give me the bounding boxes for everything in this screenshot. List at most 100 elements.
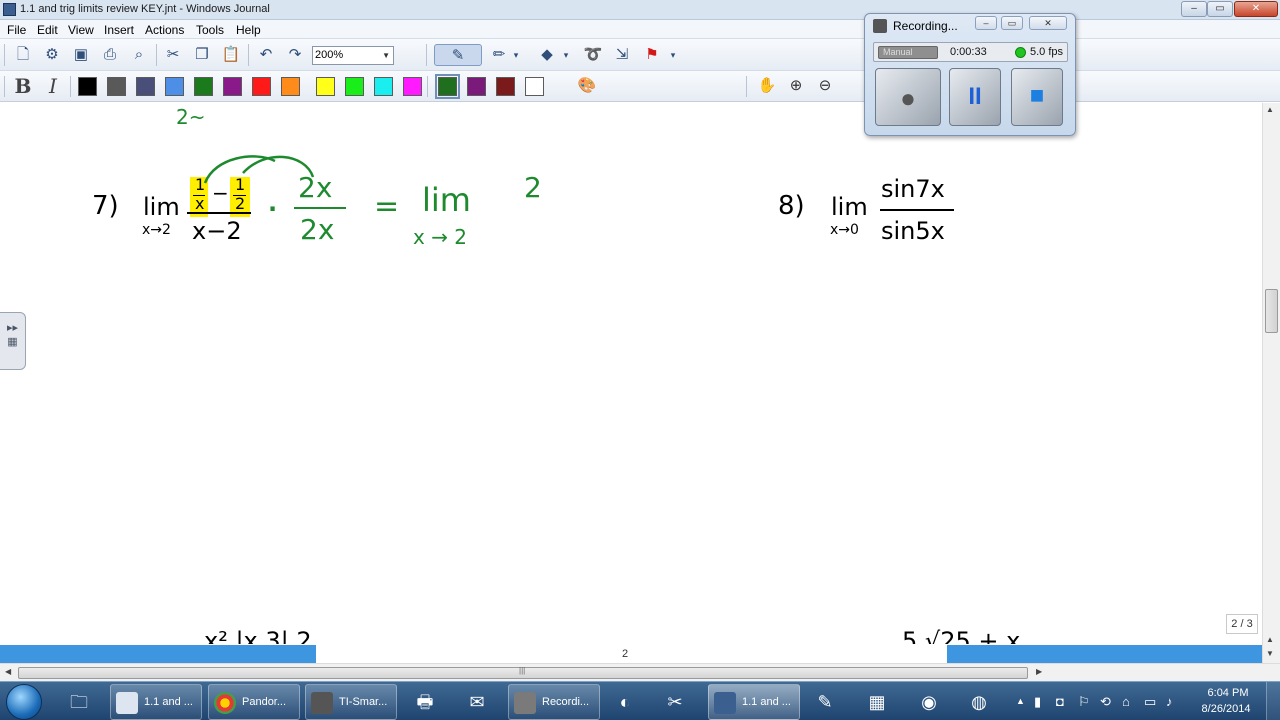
pen-color-red[interactable] <box>252 77 271 96</box>
menu-view[interactable]: View <box>68 23 94 37</box>
redo-icon[interactable]: ↷ <box>284 44 306 66</box>
cut-icon[interactable]: ✂ <box>162 44 184 66</box>
menu-file[interactable]: File <box>7 23 26 37</box>
pan-hand-icon[interactable]: ✋ <box>756 75 778 97</box>
window-title: 1.1 and trig limits review KEY.jnt - Win… <box>20 3 270 15</box>
pen-color-dark-purple[interactable] <box>467 77 486 96</box>
menu-insert[interactable]: Insert <box>104 23 134 37</box>
undo-icon[interactable]: ↶ <box>255 44 277 66</box>
taskbar-button-journal-2[interactable]: 1.1 and ... <box>708 684 800 720</box>
show-desktop-button[interactable] <box>1266 682 1280 720</box>
color-palette-icon[interactable]: 🎨 <box>576 75 598 97</box>
network-printer-icon[interactable]: 🖶 <box>408 686 442 718</box>
close-button[interactable]: ✕ <box>1234 1 1278 17</box>
pen-color-blue[interactable] <box>165 77 184 96</box>
recorder-close-button[interactable]: ✕ <box>1029 16 1067 30</box>
vertical-scrollbar[interactable]: ▲ ▲ ▼ <box>1262 103 1280 663</box>
scroll-down-arrow-icon[interactable]: ▼ <box>1266 649 1274 658</box>
print-preview-icon[interactable]: ⎙ <box>99 44 121 66</box>
menu-help[interactable]: Help <box>236 23 261 37</box>
flag-dropdown-arrow-icon[interactable]: ▾ <box>667 44 679 66</box>
scroll-down-arrow-icon[interactable]: ▲ <box>1266 635 1274 644</box>
zoom-in-icon[interactable]: ⊕ <box>785 75 807 97</box>
scroll-up-arrow-icon[interactable]: ▲ <box>1266 105 1274 114</box>
horizontal-scrollbar[interactable]: ◀ ||| ▶ <box>0 663 1280 681</box>
pen-color-purple[interactable] <box>223 77 242 96</box>
maximize-button[interactable]: ▭ <box>1207 1 1233 17</box>
pen-dropdown-arrow-icon[interactable]: ▾ <box>510 44 522 66</box>
recorder-app-icon <box>873 19 887 33</box>
pen-color-orange[interactable] <box>281 77 300 96</box>
zoom-out-icon[interactable]: ⊖ <box>814 75 836 97</box>
selection-tool-icon[interactable]: ✎ <box>434 44 482 66</box>
record-button[interactable]: ● <box>875 68 941 126</box>
open-icon[interactable]: ⚙ <box>41 44 63 66</box>
eraser-icon[interactable]: ◆ <box>536 44 558 66</box>
pen-color-white[interactable] <box>525 77 544 96</box>
snipping-tool-icon[interactable]: ✂ <box>658 686 692 718</box>
start-button[interactable] <box>6 684 42 720</box>
pen-color-black[interactable] <box>78 77 97 96</box>
taskbar-button-ti-smartview[interactable]: TI-Smar... <box>305 684 397 720</box>
clock-time[interactable]: 6:04 PM <box>1198 687 1258 699</box>
highlighter-color-cyan[interactable] <box>374 77 393 96</box>
taskbar-button-pandora[interactable]: Pandor... <box>208 684 300 720</box>
menu-tools[interactable]: Tools <box>196 23 224 37</box>
note-page[interactable]: 2~ 7) lim x→2 1 x − 1 2 x−2 · 2x 2x = li… <box>0 103 1262 644</box>
work-numerator: 2 <box>524 171 542 204</box>
highlighter-color-green[interactable] <box>345 77 364 96</box>
minimize-button[interactable]: – <box>1181 1 1207 17</box>
notes-icon[interactable]: ✎ <box>808 686 842 718</box>
page-sorter-tab[interactable]: ▸▸ ▦ <box>0 312 26 370</box>
menu-edit[interactable]: Edit <box>37 23 58 37</box>
paste-icon[interactable]: 📋 <box>220 44 242 66</box>
pause-button[interactable]: II <box>949 68 1001 126</box>
lasso-select-icon[interactable]: ➰ <box>582 44 604 66</box>
clock-date[interactable]: 8/26/2014 <box>1194 703 1258 715</box>
copy-icon[interactable]: ❐ <box>191 44 213 66</box>
eraser-dropdown-arrow-icon[interactable]: ▾ <box>560 44 572 66</box>
scroll-right-arrow-icon[interactable]: ▶ <box>1036 667 1042 676</box>
pen-color-dark-red[interactable] <box>496 77 515 96</box>
media-player-icon[interactable]: ◐ <box>608 686 642 718</box>
bold-button[interactable]: B <box>12 75 34 97</box>
pen-color-green[interactable] <box>194 77 213 96</box>
italic-button[interactable]: I <box>42 75 64 97</box>
find-icon[interactable]: ⌕ <box>128 44 150 66</box>
pause-icon: II <box>968 83 982 110</box>
flag-icon[interactable]: ⚑ <box>641 44 663 66</box>
recorder-minimize-button[interactable]: – <box>975 16 997 30</box>
pen-color-dark-green[interactable] <box>435 74 460 99</box>
recorder-restore-button[interactable]: ▭ <box>1001 16 1023 30</box>
network-icon[interactable]: ⌂ <box>1122 694 1130 709</box>
menu-actions[interactable]: Actions <box>145 23 184 37</box>
new-note-icon[interactable]: 🗋 <box>12 44 34 66</box>
action-center-flag-icon[interactable]: ⚐ <box>1078 694 1090 710</box>
explorer-folder-icon[interactable]: 🗀 <box>62 686 96 718</box>
pen-icon[interactable]: ✏ <box>488 44 510 66</box>
firefox-icon[interactable]: ◍ <box>962 686 996 718</box>
sync-icon[interactable]: ⟲ <box>1100 694 1111 710</box>
scroll-left-arrow-icon[interactable]: ◀ <box>5 667 11 676</box>
stop-button[interactable]: ■ <box>1011 68 1063 126</box>
vertical-scroll-thumb[interactable] <box>1265 289 1278 333</box>
mail-icon[interactable]: ✉ <box>460 686 494 718</box>
save-icon[interactable]: ▣ <box>70 44 92 66</box>
recorder-mode-select[interactable]: Manual <box>878 46 938 59</box>
pen-color-slate[interactable] <box>136 77 155 96</box>
taskbar-button-journal-1[interactable]: 1.1 and ... <box>110 684 202 720</box>
antivirus-icon[interactable]: ◘ <box>1056 694 1064 709</box>
taskbar-button-recording[interactable]: Recordi... <box>508 684 600 720</box>
app-grid-icon[interactable]: ▦ <box>860 686 894 718</box>
battery-icon[interactable]: ▭ <box>1144 694 1156 710</box>
signal-icon[interactable]: ▮ <box>1034 694 1041 710</box>
pen-color-gray[interactable] <box>107 77 126 96</box>
tray-expand-icon[interactable]: ▲ <box>1016 696 1025 706</box>
highlighter-color-yellow[interactable] <box>316 77 335 96</box>
insert-space-icon[interactable]: ⇲ <box>611 44 633 66</box>
highlighter-color-magenta[interactable] <box>403 77 422 96</box>
gom-player-icon[interactable]: ◉ <box>912 686 946 718</box>
work-approach: x → 2 <box>413 225 468 249</box>
zoom-select[interactable]: 200% ▼ <box>312 46 394 65</box>
volume-icon[interactable]: ♪ <box>1166 694 1173 709</box>
